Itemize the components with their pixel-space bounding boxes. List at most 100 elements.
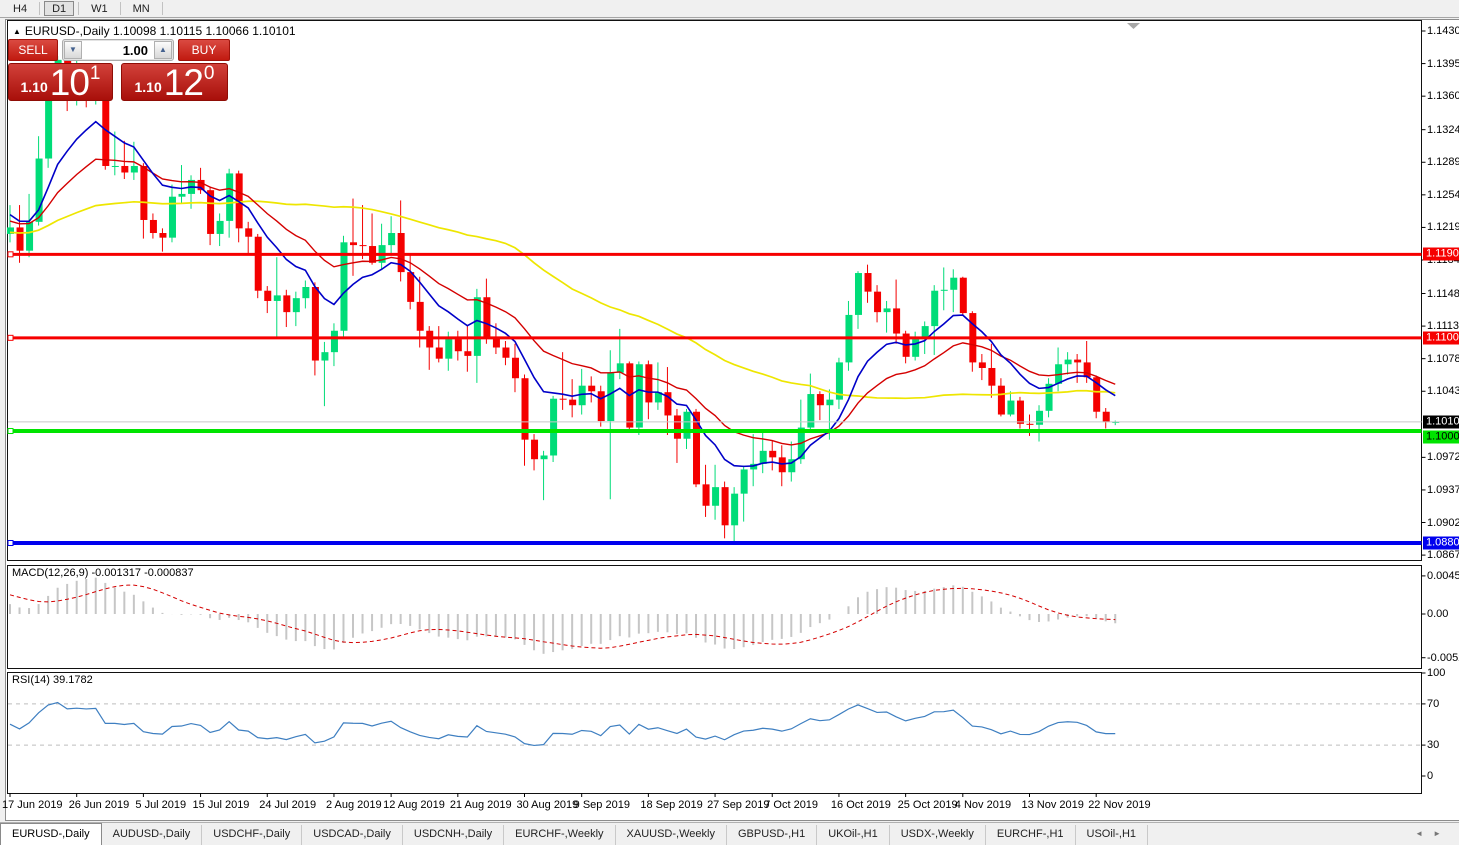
buy-price-box[interactable]: 1.10 12 0 <box>121 63 228 101</box>
macd-tick-label: -0.005205 <box>1427 651 1459 664</box>
date-tick-label: 24 Jul 2019 <box>259 799 317 811</box>
candle-body <box>959 277 967 314</box>
candle-body <box>683 411 691 439</box>
timeframe-button-d1[interactable]: D1 <box>44 1 75 16</box>
timeframe-button-h4[interactable]: H4 <box>5 1 35 16</box>
buy-button[interactable]: BUY <box>178 39 230 61</box>
candle-body <box>721 487 729 526</box>
date-tick-label: 25 Oct 2019 <box>897 799 958 811</box>
candle-body <box>245 228 253 237</box>
symbol-tab-10[interactable]: USDX-,Weekly <box>890 825 986 845</box>
candle-body <box>616 363 624 373</box>
symbol-tab-1[interactable]: EURUSD-,Daily <box>0 823 102 845</box>
date-tick-label: 5 Jul 2019 <box>135 799 187 811</box>
timeframe-button-mn[interactable]: MN <box>125 1 158 16</box>
price-level-tag: 1.10101 <box>1423 415 1459 429</box>
candle-body <box>273 295 281 301</box>
sell-price-pipette: 1 <box>89 63 101 84</box>
line-drag-handle[interactable] <box>7 334 14 341</box>
rsi-pane[interactable] <box>7 672 1422 794</box>
rsi-tick-label: 70 <box>1427 697 1440 710</box>
candle-body <box>502 347 510 358</box>
candle-body <box>864 273 872 292</box>
macd-label: MACD(12,26,9) -0.001317 -0.000837 <box>12 567 194 579</box>
sell-price-box[interactable]: 1.10 10 1 <box>8 63 113 101</box>
rsi-tick-label: 0 <box>1427 770 1434 782</box>
sell-button[interactable]: SELL <box>8 39 58 61</box>
symbol-tab-5[interactable]: USDCNH-,Daily <box>403 825 505 845</box>
price-tick-label: 1.09370 <box>1427 483 1459 496</box>
candle-body <box>807 394 815 428</box>
price-tick-label: 1.09720 <box>1427 451 1459 464</box>
sell-price-pips: 10 <box>49 62 90 104</box>
symbol-tab-8[interactable]: GBPUSD-,H1 <box>727 825 818 845</box>
volume-decrease-button[interactable]: ▼ <box>64 41 82 59</box>
candle-body <box>149 219 157 234</box>
candle-body <box>330 330 338 353</box>
symbol-tab-2[interactable]: AUDUSD-,Daily <box>102 825 203 845</box>
candle-body <box>321 352 329 361</box>
main-pane[interactable] <box>7 20 1422 561</box>
date-tick-label: 22 Nov 2019 <box>1088 799 1151 811</box>
candle-body <box>588 385 596 392</box>
candle-body <box>740 469 748 494</box>
symbol-tab-12[interactable]: USOil-,H1 <box>1076 825 1149 845</box>
price-tick-label: 1.13240 <box>1427 123 1459 136</box>
candle-body <box>997 385 1005 415</box>
volume-input[interactable] <box>82 41 154 59</box>
candle-body <box>988 367 996 386</box>
symbol-tabbar: EURUSD-,Daily AUDUSD-,Daily USDCHF-,Daily U… <box>0 822 1459 845</box>
candle-body <box>1007 400 1015 415</box>
candle-body <box>26 221 34 251</box>
candle-body <box>1016 400 1024 424</box>
candle-body <box>635 364 643 428</box>
symbol-tab-6[interactable]: EURCHF-,Weekly <box>504 825 616 845</box>
date-tick-label: 16 Oct 2019 <box>830 799 891 811</box>
symbol-tab-4[interactable]: USDCAD-,Daily <box>302 825 403 845</box>
candle-body <box>311 286 319 361</box>
symbol-tab-7[interactable]: XAUUSD-,Weekly <box>616 825 727 845</box>
candle-body <box>454 339 462 352</box>
tab-scroll-left-icon[interactable]: ◄ <box>1415 829 1433 838</box>
date-tick-label: 26 Jun 2019 <box>68 799 130 811</box>
candle-body <box>302 286 310 299</box>
candle-body <box>874 291 882 313</box>
candle-body <box>292 298 300 313</box>
candle-body <box>350 242 358 246</box>
candle-body <box>597 391 605 422</box>
tab-scroll-arrows[interactable]: ◄► <box>1415 829 1451 838</box>
date-tick-label: 18 Sep 2019 <box>640 799 703 811</box>
tab-scroll-right-icon[interactable]: ► <box>1433 829 1451 838</box>
volume-increase-button[interactable]: ▲ <box>154 41 172 59</box>
candle-body <box>759 450 767 464</box>
candle-body <box>359 245 367 247</box>
candle-body <box>893 308 901 334</box>
candle-body <box>645 364 653 403</box>
candle-body <box>254 236 262 291</box>
candle-body <box>178 193 186 197</box>
date-tick-label: 2 Aug 2019 <box>325 799 382 811</box>
price-tick-label: 1.13600 <box>1427 90 1459 103</box>
symbol-tab-3[interactable]: USDCHF-,Daily <box>202 825 303 845</box>
line-drag-handle[interactable] <box>7 428 14 435</box>
candle-body <box>826 399 834 406</box>
candle-body <box>673 415 681 439</box>
ohlc-values: 1.10098 1.10115 1.10066 1.10101 <box>112 24 296 38</box>
candle-body <box>264 290 272 301</box>
candle-body <box>731 493 739 526</box>
line-drag-handle[interactable] <box>7 539 14 546</box>
candle-body <box>1036 410 1044 425</box>
collapse-panel-icon[interactable]: ▲ <box>13 27 21 36</box>
date-tick-label: 27 Sep 2019 <box>707 799 770 811</box>
candle-body <box>464 351 472 356</box>
symbol-tab-11[interactable]: EURCHF-,H1 <box>986 825 1076 845</box>
timeframe-button-w1[interactable]: W1 <box>83 1 116 16</box>
candle-body <box>283 295 291 313</box>
buy-price-prefix: 1.10 <box>134 79 162 95</box>
line-drag-handle[interactable] <box>7 251 14 258</box>
chart-canvas[interactable] <box>0 0 1459 845</box>
candle-body <box>1074 359 1082 363</box>
price-tick-label: 1.10430 <box>1427 385 1459 398</box>
price-tick-label: 1.08670 <box>1427 549 1459 562</box>
symbol-tab-9[interactable]: UKOil-,H1 <box>817 825 890 845</box>
